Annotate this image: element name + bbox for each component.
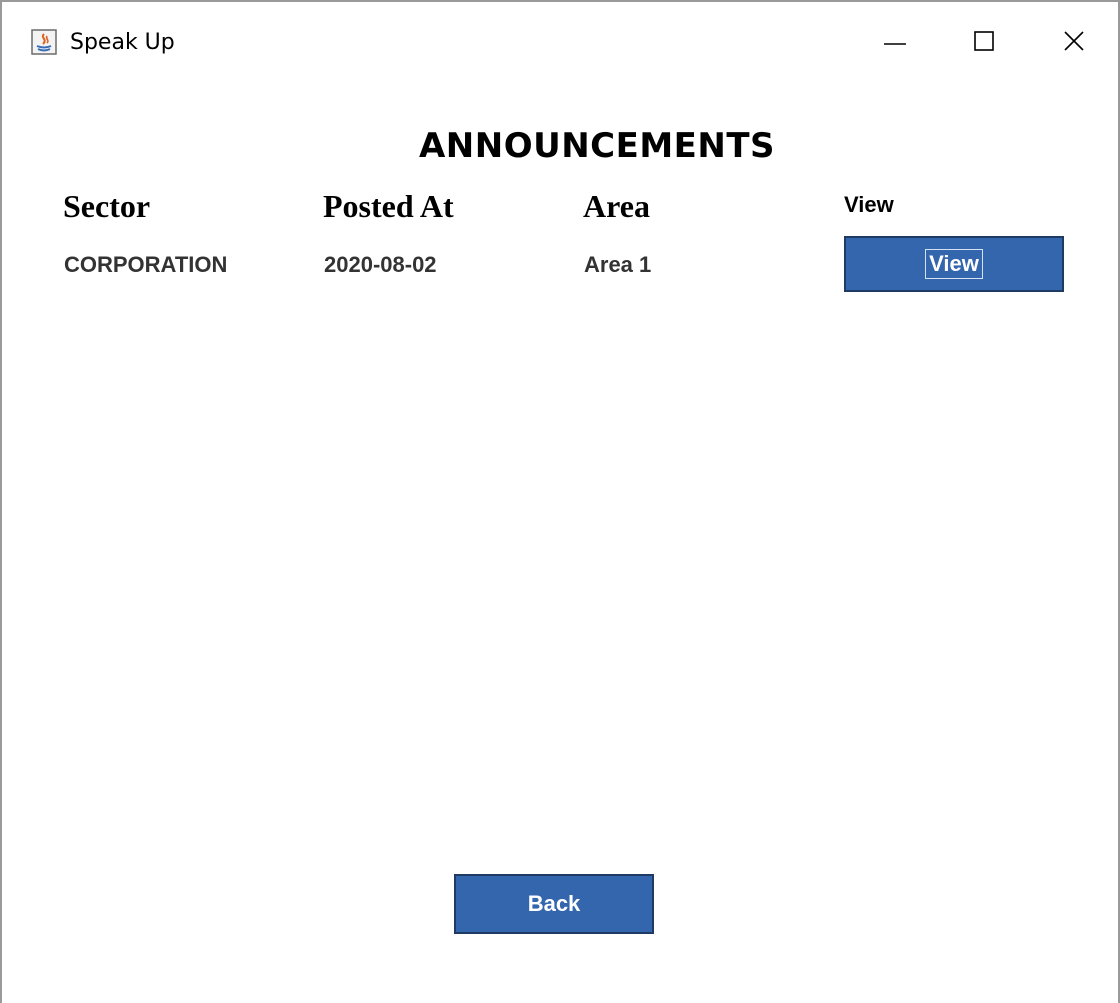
minimize-icon[interactable]: [875, 22, 915, 62]
app-window: Speak Up ANNOUNCEMENTS Sector Posted At …: [0, 0, 1120, 1003]
page-title: ANNOUNCEMENTS: [418, 126, 776, 166]
column-header-posted-at: Posted At: [323, 188, 454, 224]
maximize-icon[interactable]: [964, 22, 1004, 62]
view-button-label: View: [925, 249, 983, 279]
column-header-sector: Sector: [63, 188, 151, 224]
java-app-icon: [30, 28, 60, 58]
cell-area: Area 1: [584, 252, 652, 277]
cell-sector: CORPORATION: [64, 252, 228, 277]
column-header-area: Area: [583, 188, 650, 224]
back-button[interactable]: Back: [454, 874, 654, 934]
column-header-view: View: [844, 192, 894, 217]
window-title: Speak Up: [70, 30, 175, 55]
cell-posted-at: 2020-08-02: [324, 252, 437, 277]
close-icon[interactable]: [1053, 22, 1093, 62]
title-bar[interactable]: Speak Up: [2, 2, 1118, 80]
view-button[interactable]: View: [844, 236, 1064, 292]
